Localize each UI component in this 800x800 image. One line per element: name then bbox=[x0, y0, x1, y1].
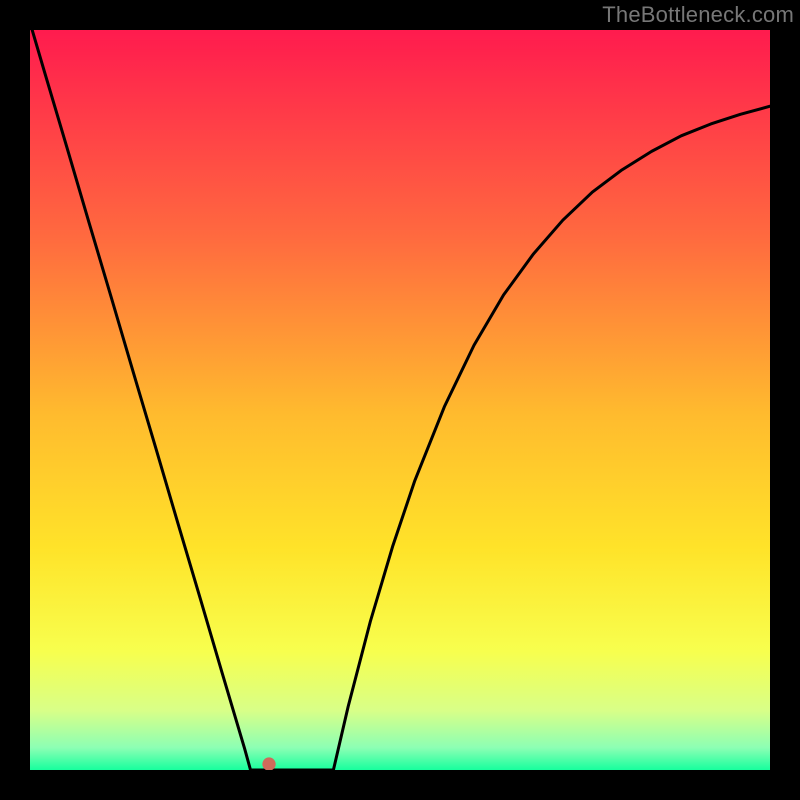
watermark: TheBottleneck.com bbox=[602, 2, 794, 28]
plot-area bbox=[30, 30, 770, 770]
chart-container: TheBottleneck.com bbox=[0, 0, 800, 800]
chart-svg bbox=[30, 30, 770, 770]
